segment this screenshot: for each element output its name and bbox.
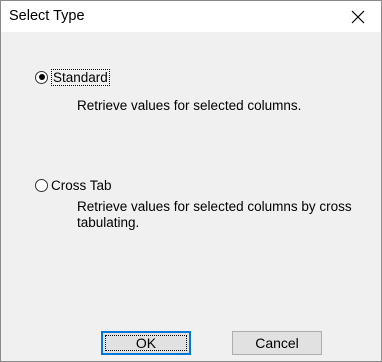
- close-icon: [351, 10, 365, 23]
- standard-label: Standard: [51, 68, 110, 86]
- cross-tab-label: Cross Tab: [51, 177, 112, 193]
- focus-indicator: [105, 335, 187, 351]
- option-standard[interactable]: Standard: [35, 67, 110, 87]
- standard-description: Retrieve values for selected columns.: [77, 98, 302, 113]
- option-cross-tab[interactable]: Cross Tab: [35, 175, 112, 195]
- close-button[interactable]: [335, 1, 381, 32]
- dialog-title: Select Type: [9, 8, 85, 24]
- title-bar: Select Type: [1, 1, 381, 32]
- cancel-button[interactable]: Cancel: [232, 331, 322, 355]
- cancel-label: Cancel: [255, 335, 299, 351]
- standard-radio[interactable]: [35, 70, 48, 84]
- cross-tab-radio[interactable]: [35, 178, 48, 192]
- ok-button[interactable]: OK: [101, 331, 191, 355]
- cross-tab-description: Retrieve values for selected columns by …: [77, 199, 352, 230]
- select-type-dialog: Select Type Standard Retrieve values for…: [0, 0, 382, 362]
